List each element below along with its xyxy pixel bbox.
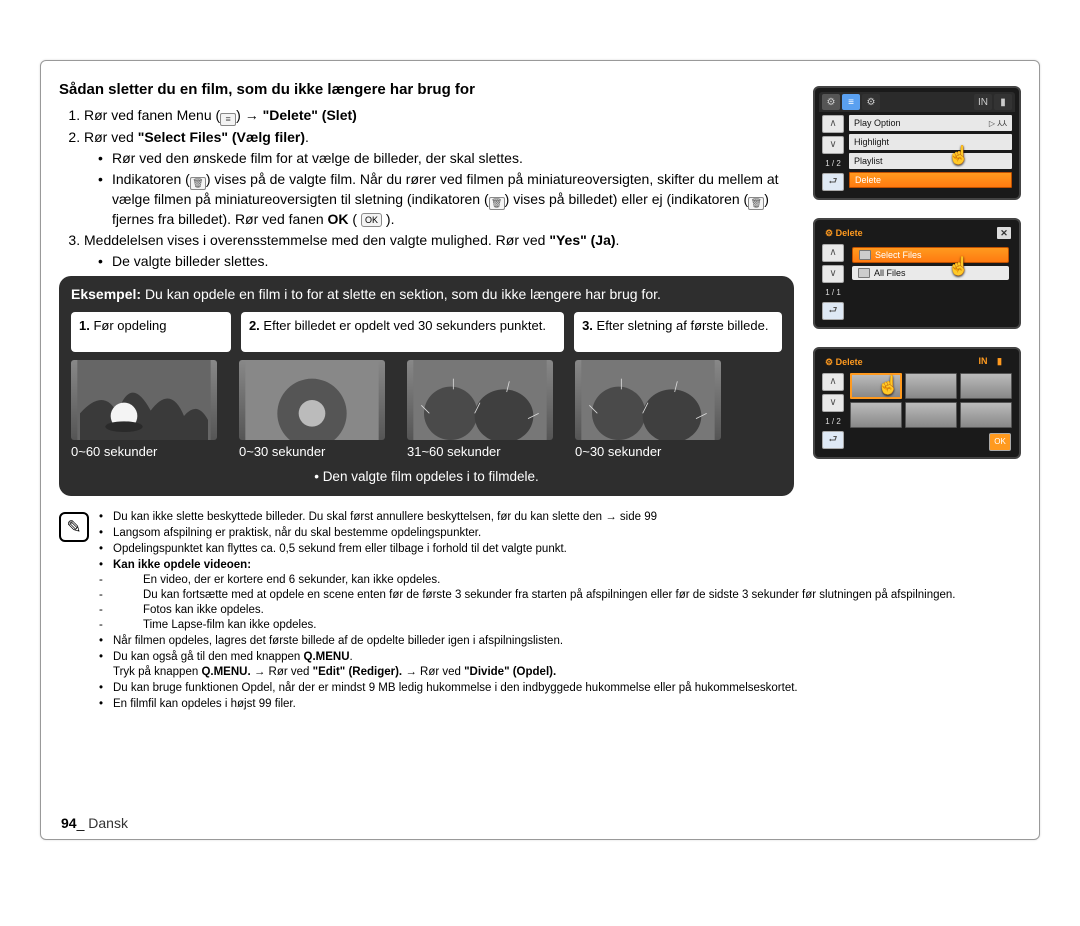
close-icon[interactable]: ✕ [997,227,1011,239]
device-screen-thumbnails: ⚙ Delete IN ▮ ∧ ∨ 1 / 2 ⮐ [813,347,1021,459]
note-3: Opdelingspunktet kan flyttes ca. 0,5 sek… [99,542,956,557]
back-button[interactable]: ⮐ [822,302,844,320]
note-4-3: Fotos kan ikke opdeles. [131,603,956,618]
page-indicator: 1 / 2 [825,417,841,426]
step-2: Rør ved "Select Files" (Vælg filer). Rør… [84,128,799,229]
note-4: Kan ikke opdele videoen: En video, der e… [99,558,956,633]
thumb-cactus-1 [407,360,553,440]
notes-block: ✎ Du kan ikke slette beskyttede billeder… [59,510,1029,712]
example-panel: Eksempel: Du kan opdele en film i to for… [59,276,794,496]
trash-icon [858,268,870,278]
thumbnail[interactable] [960,373,1012,399]
option-all-files[interactable]: All Files [852,266,1009,280]
thumbnail[interactable] [960,402,1012,428]
scroll-up-button[interactable]: ∧ [822,244,844,262]
note-4-1: En video, der er kortere end 6 sekunder,… [131,573,956,588]
battery-icon: ▮ [997,356,1011,368]
step-2-sub-1: Rør ved den ønskede film for at vælge de… [98,149,799,168]
content-column: Sådan sletter du en film, som du ikke læ… [59,81,799,713]
scroll-down-button[interactable]: ∨ [822,265,844,283]
note-5: Når filmen opdeles, lagres det første bi… [99,634,956,649]
step-1: Rør ved fanen Menu (≡) → "Delete" (Slet) [84,106,799,126]
menu-item-highlight[interactable]: Highlight [849,134,1012,150]
back-button[interactable]: ⮐ [822,173,844,191]
scroll-down-button[interactable]: ∨ [822,394,844,412]
step-2-sub-2: Indikatoren (🗑) vises på de valgte film.… [98,170,799,229]
thumbnail[interactable] [905,373,957,399]
device-screen-menu: ⚙ ≡ ⚙ IN ▮ ∧ ∨ 1 / 2 ⮐ Play Option▷ ⅄⅄ [813,86,1021,200]
menu-item-playlist[interactable]: Playlist [849,153,1012,169]
thumbnail-row [71,360,782,440]
battery-icon: ▮ [994,94,1012,110]
note-1: Du kan ikke slette beskyttede billeder. … [99,510,956,525]
option-select-files[interactable]: Select Files [852,247,1009,263]
menu-tab-icon: ≡ [220,113,236,126]
thumb-lotus [71,360,217,440]
gear-icon[interactable]: ⚙ [862,94,880,110]
step-3: Meddelelsen vises i overensstemmelse med… [84,231,799,271]
card-icon: IN [978,356,994,368]
page-indicator: 1 / 2 [825,159,841,168]
menu-tab-icon[interactable]: ≡ [842,94,860,110]
thumbnail[interactable] [905,402,957,428]
device-screenshots: ⚙ ≡ ⚙ IN ▮ ∧ ∨ 1 / 2 ⮐ Play Option▷ ⅄⅄ [813,86,1021,459]
trash-icon: 🗑 [489,197,505,210]
page-indicator: 1 / 1 [825,288,841,297]
example-step-3-card: 3. Efter sletning af første billede. [574,312,782,352]
trash-icon [859,250,871,260]
note-4-4: Time Lapse-film kan ikke opdeles. [131,618,956,633]
device-screen-delete-options: ⚙ Delete ✕ ∧ ∨ 1 / 1 ⮐ Select Files [813,218,1021,329]
thumbnail-captions: 0~60 sekunder 0~30 sekunder 31~60 sekund… [71,444,782,459]
note-2: Langsom afspilning er praktisk, når du s… [99,526,956,541]
menu-item-delete[interactable]: Delete [849,172,1012,188]
example-step-1-card: 1. Før opdeling [71,312,231,352]
instruction-list: Rør ved fanen Menu (≡) → "Delete" (Slet)… [59,106,799,270]
scroll-up-button[interactable]: ∧ [822,115,844,133]
back-button[interactable]: ⮐ [822,431,844,449]
example-step-2-card: 2. Efter billedet er opdelt ved 30 sekun… [241,312,564,352]
menu-item-play-option[interactable]: Play Option▷ ⅄⅄ [849,115,1012,131]
step-3-sub-1: De valgte billeder slettes. [98,252,799,271]
page-heading: Sådan sletter du en film, som du ikke læ… [59,81,799,98]
trash-icon: 🗑 [748,197,764,210]
example-final-note: Den valgte film opdeles i to filmdele. [71,469,782,484]
thumbnail-selected[interactable] [850,373,902,399]
note-8: En filmfil kan opdeles i højst 99 filer. [99,697,956,712]
page-number: 94_ Dansk [61,815,128,831]
thumbnail[interactable] [850,402,902,428]
example-intro: Eksempel: Du kan opdele en film i to for… [71,286,782,302]
note-4-2: Du kan fortsætte med at opdele en scene … [131,588,956,603]
note-icon: ✎ [59,512,89,542]
notes-list: Du kan ikke slette beskyttede billeder. … [99,510,956,712]
globe-icon: ⚙ [822,94,840,110]
ok-badge-icon: OK [361,213,382,227]
note-7: Du kan bruge funktionen Opdel, når der e… [99,681,956,696]
thumb-cactus-2 [575,360,721,440]
ok-button[interactable]: OK [989,433,1011,451]
thumb-macro-1 [239,360,385,440]
manual-page: Sådan sletter du en film, som du ikke læ… [40,60,1040,840]
scroll-up-button[interactable]: ∧ [822,373,844,391]
trash-icon: 🗑 [190,177,206,190]
card-icon: IN [974,94,992,110]
scroll-down-button[interactable]: ∨ [822,136,844,154]
note-6: Du kan også gå til den med knappen Q.MEN… [99,650,956,680]
